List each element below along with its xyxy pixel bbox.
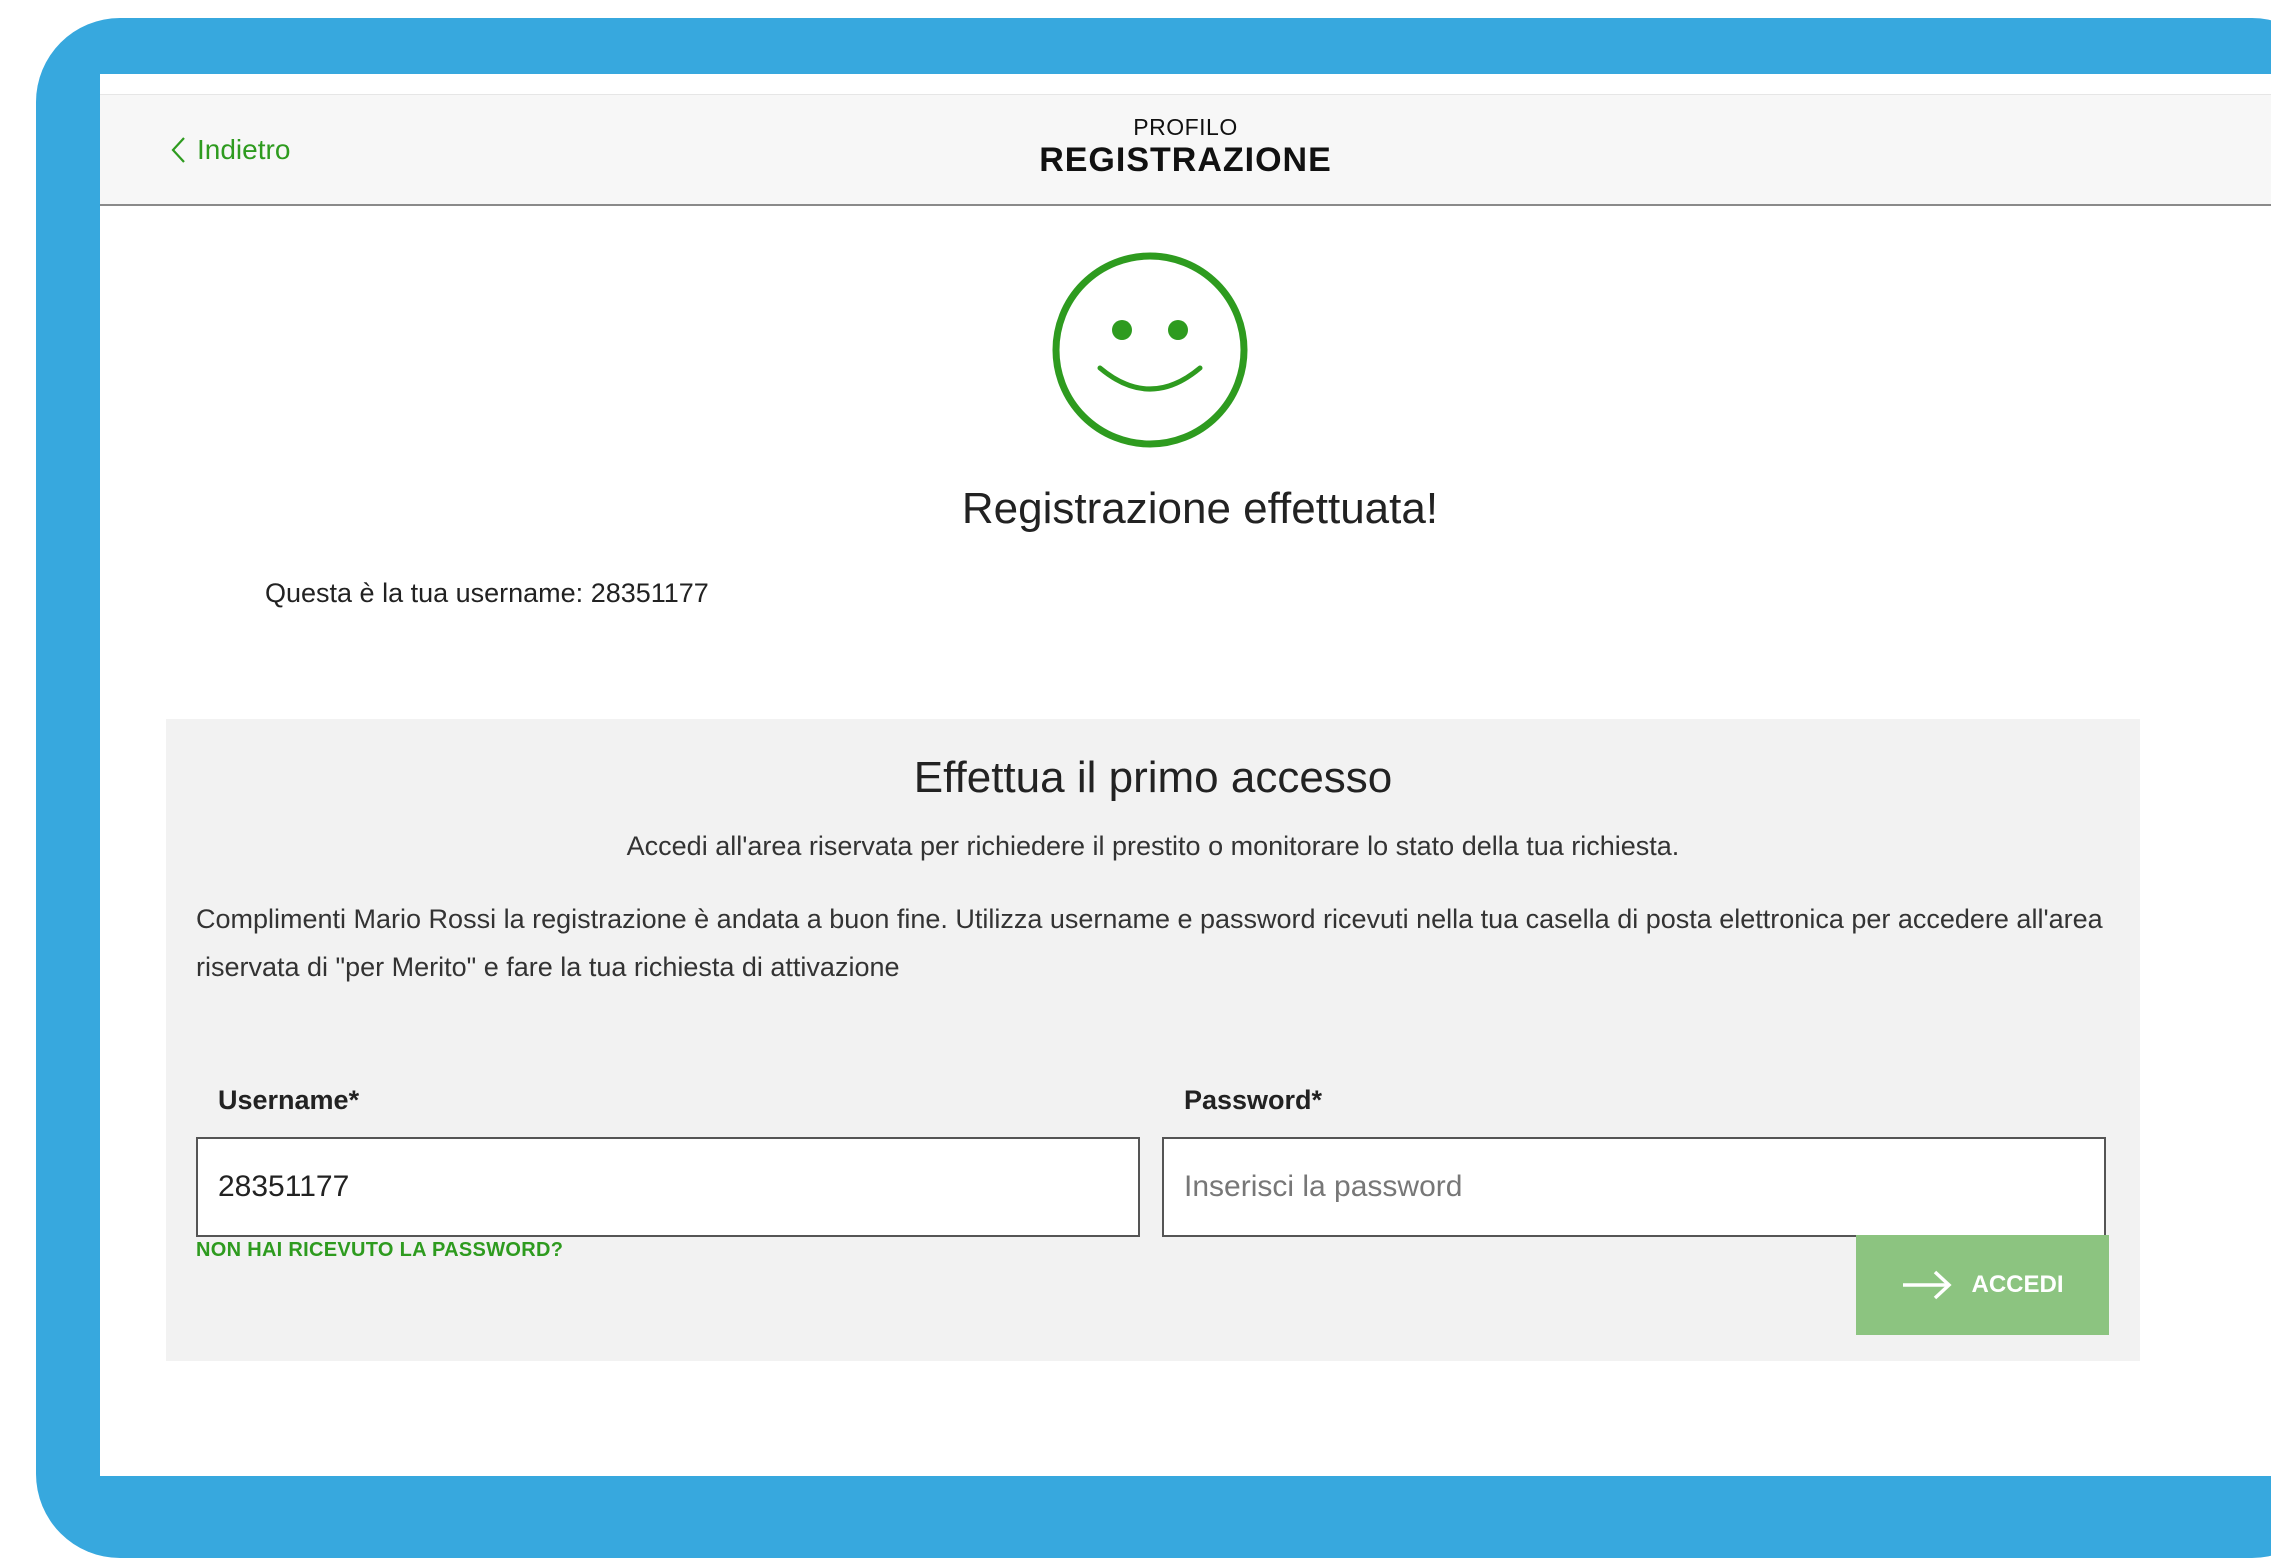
page-header: Indietro PROFILO REGISTRAZIONE	[100, 95, 2271, 206]
app-screen: Indietro PROFILO REGISTRAZIONE Registraz…	[100, 74, 2271, 1476]
first-access-panel: Effettua il primo accesso Accedi all'are…	[166, 719, 2140, 1361]
login-button-label: ACCEDI	[1971, 1271, 2064, 1298]
panel-description: Complimenti Mario Rossi la registrazione…	[196, 904, 2103, 982]
password-field[interactable]	[1162, 1137, 2106, 1237]
forgot-password-link[interactable]: NON HAI RICEVUTO LA PASSWORD?	[196, 1239, 563, 1262]
smiley-icon	[1052, 252, 1248, 448]
arrow-right-icon	[1903, 1270, 1953, 1300]
header-kicker: PROFILO	[1133, 114, 1238, 140]
header-titles: PROFILO REGISTRAZIONE	[100, 114, 2271, 180]
username-field[interactable]	[196, 1137, 1140, 1237]
login-button[interactable]: ACCEDI	[1856, 1235, 2109, 1335]
success-title: Registrazione effettuata!	[961, 484, 1439, 533]
password-label: Password*	[1184, 1085, 1323, 1115]
username-info: Questa è la tua username: 28351177	[265, 578, 709, 608]
username-label: Username*	[218, 1085, 360, 1115]
page-title: REGISTRAZIONE	[1039, 141, 1332, 179]
panel-title: Effettua il primo accesso	[913, 753, 1393, 802]
panel-subtitle: Accedi all'area riservata per richiedere…	[626, 831, 1680, 861]
